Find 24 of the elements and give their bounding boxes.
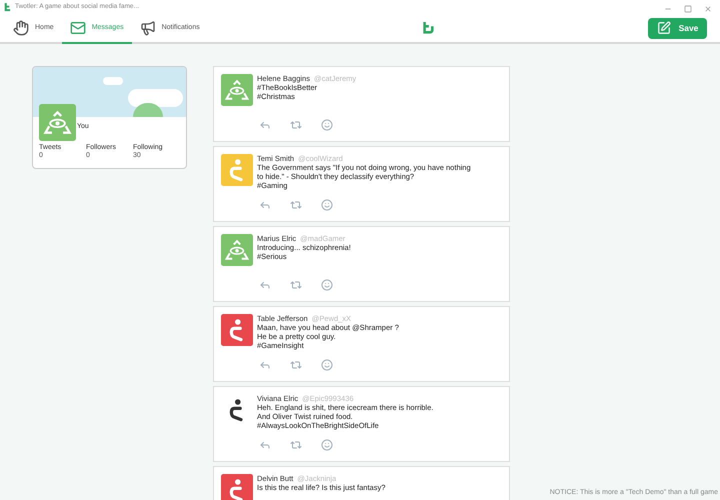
app-logo-icon — [4, 2, 11, 12]
edit-icon — [656, 21, 671, 35]
smile-icon[interactable] — [321, 199, 333, 211]
smile-icon[interactable] — [321, 359, 333, 371]
reply-icon[interactable] — [259, 359, 271, 371]
megaphone-icon — [140, 20, 156, 36]
smile-icon[interactable] — [321, 439, 333, 451]
retweet-icon[interactable] — [290, 279, 302, 291]
smile-icon[interactable] — [321, 119, 333, 131]
reply-icon[interactable] — [259, 439, 271, 451]
retweet-icon[interactable] — [290, 199, 302, 211]
reply-icon[interactable] — [259, 119, 271, 131]
reply-icon[interactable] — [259, 279, 271, 291]
brand-logo-icon — [422, 21, 434, 35]
smile-icon[interactable] — [321, 279, 333, 291]
reply-icon[interactable] — [259, 199, 271, 211]
hand-icon — [13, 20, 29, 36]
envelope-icon — [70, 20, 86, 36]
maximize-icon[interactable] — [684, 5, 692, 13]
retweet-icon[interactable] — [290, 359, 302, 371]
close-icon[interactable] — [704, 5, 712, 13]
retweet-icon[interactable] — [290, 119, 302, 131]
retweet-icon[interactable] — [290, 439, 302, 451]
save-button[interactable]: Save — [648, 18, 707, 38]
